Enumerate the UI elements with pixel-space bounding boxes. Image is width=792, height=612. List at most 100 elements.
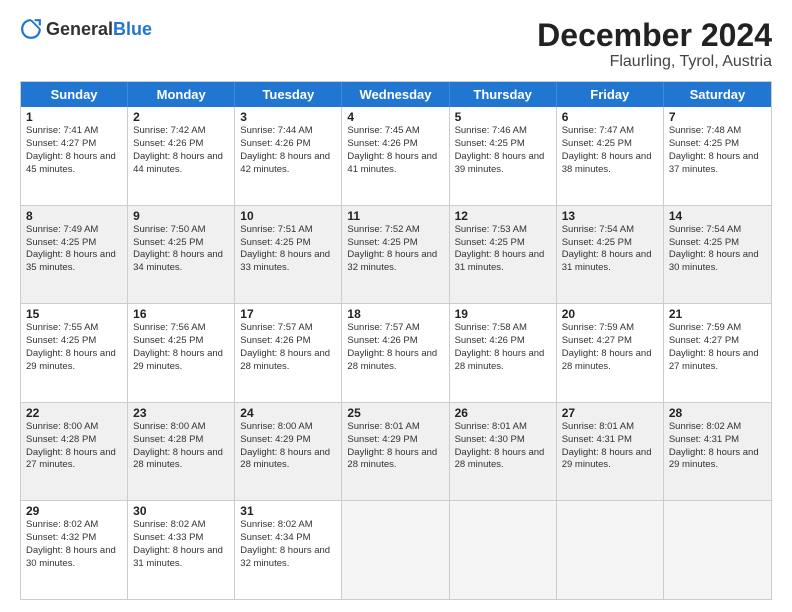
calendar-cell: 27 Sunrise: 8:01 AM Sunset: 4:31 PM Dayl… xyxy=(557,403,664,501)
sunrise-line: Sunrise: 7:56 AM xyxy=(133,322,229,335)
header-sunday: Sunday xyxy=(21,82,128,107)
daylight-line: Daylight: 8 hours and 30 minutes. xyxy=(26,545,122,571)
day-number: 30 xyxy=(133,504,229,518)
daylight-line: Daylight: 8 hours and 29 minutes. xyxy=(669,447,766,473)
day-number: 20 xyxy=(562,307,658,321)
calendar-row-5: 29 Sunrise: 8:02 AM Sunset: 4:32 PM Dayl… xyxy=(21,500,771,599)
sunset-line: Sunset: 4:25 PM xyxy=(455,237,551,250)
sunrise-line: Sunrise: 8:01 AM xyxy=(347,421,443,434)
logo-blue: Blue xyxy=(113,19,152,39)
daylight-line: Daylight: 8 hours and 39 minutes. xyxy=(455,151,551,177)
sunset-line: Sunset: 4:25 PM xyxy=(133,237,229,250)
daylight-line: Daylight: 8 hours and 31 minutes. xyxy=(562,249,658,275)
day-number: 21 xyxy=(669,307,766,321)
logo-general: General xyxy=(46,19,113,39)
sunrise-line: Sunrise: 7:45 AM xyxy=(347,125,443,138)
daylight-line: Daylight: 8 hours and 32 minutes. xyxy=(347,249,443,275)
sunset-line: Sunset: 4:25 PM xyxy=(562,138,658,151)
sunrise-line: Sunrise: 8:00 AM xyxy=(133,421,229,434)
sunrise-line: Sunrise: 7:57 AM xyxy=(240,322,336,335)
sunset-line: Sunset: 4:26 PM xyxy=(347,335,443,348)
sunrise-line: Sunrise: 8:02 AM xyxy=(26,519,122,532)
calendar-cell: 5 Sunrise: 7:46 AM Sunset: 4:25 PM Dayli… xyxy=(450,107,557,205)
header: GeneralBlue December 2024 Flaurling, Tyr… xyxy=(20,18,772,71)
day-number: 31 xyxy=(240,504,336,518)
day-number: 3 xyxy=(240,110,336,124)
sunset-line: Sunset: 4:28 PM xyxy=(133,434,229,447)
calendar-cell: 6 Sunrise: 7:47 AM Sunset: 4:25 PM Dayli… xyxy=(557,107,664,205)
sunrise-line: Sunrise: 8:01 AM xyxy=(562,421,658,434)
day-number: 7 xyxy=(669,110,766,124)
sunset-line: Sunset: 4:25 PM xyxy=(240,237,336,250)
sunrise-line: Sunrise: 7:47 AM xyxy=(562,125,658,138)
logo-text: GeneralBlue xyxy=(46,19,152,40)
calendar: Sunday Monday Tuesday Wednesday Thursday… xyxy=(20,81,772,600)
calendar-cell: 12 Sunrise: 7:53 AM Sunset: 4:25 PM Dayl… xyxy=(450,206,557,304)
sunset-line: Sunset: 4:30 PM xyxy=(455,434,551,447)
calendar-cell: 24 Sunrise: 8:00 AM Sunset: 4:29 PM Dayl… xyxy=(235,403,342,501)
sunrise-line: Sunrise: 7:59 AM xyxy=(562,322,658,335)
sunset-line: Sunset: 4:33 PM xyxy=(133,532,229,545)
sunset-line: Sunset: 4:27 PM xyxy=(669,335,766,348)
sunset-line: Sunset: 4:29 PM xyxy=(347,434,443,447)
daylight-line: Daylight: 8 hours and 28 minutes. xyxy=(455,447,551,473)
calendar-cell: 16 Sunrise: 7:56 AM Sunset: 4:25 PM Dayl… xyxy=(128,304,235,402)
sunrise-line: Sunrise: 7:57 AM xyxy=(347,322,443,335)
header-tuesday: Tuesday xyxy=(235,82,342,107)
calendar-cell: 4 Sunrise: 7:45 AM Sunset: 4:26 PM Dayli… xyxy=(342,107,449,205)
calendar-cell: 14 Sunrise: 7:54 AM Sunset: 4:25 PM Dayl… xyxy=(664,206,771,304)
sunset-line: Sunset: 4:25 PM xyxy=(562,237,658,250)
sunset-line: Sunset: 4:25 PM xyxy=(669,237,766,250)
location-title: Flaurling, Tyrol, Austria xyxy=(537,53,772,71)
sunrise-line: Sunrise: 8:00 AM xyxy=(26,421,122,434)
sunrise-line: Sunrise: 7:51 AM xyxy=(240,224,336,237)
logo: GeneralBlue xyxy=(20,18,152,40)
calendar-cell: 10 Sunrise: 7:51 AM Sunset: 4:25 PM Dayl… xyxy=(235,206,342,304)
sunset-line: Sunset: 4:25 PM xyxy=(455,138,551,151)
sunset-line: Sunset: 4:26 PM xyxy=(133,138,229,151)
sunrise-line: Sunrise: 7:52 AM xyxy=(347,224,443,237)
sunset-line: Sunset: 4:28 PM xyxy=(26,434,122,447)
calendar-cell: 25 Sunrise: 8:01 AM Sunset: 4:29 PM Dayl… xyxy=(342,403,449,501)
calendar-cell: 22 Sunrise: 8:00 AM Sunset: 4:28 PM Dayl… xyxy=(21,403,128,501)
day-number: 25 xyxy=(347,406,443,420)
calendar-cell: 19 Sunrise: 7:58 AM Sunset: 4:26 PM Dayl… xyxy=(450,304,557,402)
daylight-line: Daylight: 8 hours and 31 minutes. xyxy=(133,545,229,571)
sunrise-line: Sunrise: 7:54 AM xyxy=(562,224,658,237)
daylight-line: Daylight: 8 hours and 34 minutes. xyxy=(133,249,229,275)
calendar-cell xyxy=(557,501,664,599)
sunset-line: Sunset: 4:25 PM xyxy=(133,335,229,348)
page: GeneralBlue December 2024 Flaurling, Tyr… xyxy=(0,0,792,612)
calendar-body: 1 Sunrise: 7:41 AM Sunset: 4:27 PM Dayli… xyxy=(21,107,771,599)
day-number: 8 xyxy=(26,209,122,223)
day-number: 22 xyxy=(26,406,122,420)
daylight-line: Daylight: 8 hours and 28 minutes. xyxy=(347,348,443,374)
day-number: 12 xyxy=(455,209,551,223)
calendar-cell: 13 Sunrise: 7:54 AM Sunset: 4:25 PM Dayl… xyxy=(557,206,664,304)
calendar-cell: 18 Sunrise: 7:57 AM Sunset: 4:26 PM Dayl… xyxy=(342,304,449,402)
header-friday: Friday xyxy=(557,82,664,107)
day-number: 6 xyxy=(562,110,658,124)
daylight-line: Daylight: 8 hours and 29 minutes. xyxy=(133,348,229,374)
sunrise-line: Sunrise: 7:53 AM xyxy=(455,224,551,237)
calendar-cell: 30 Sunrise: 8:02 AM Sunset: 4:33 PM Dayl… xyxy=(128,501,235,599)
daylight-line: Daylight: 8 hours and 28 minutes. xyxy=(240,348,336,374)
calendar-cell xyxy=(342,501,449,599)
day-number: 4 xyxy=(347,110,443,124)
header-thursday: Thursday xyxy=(450,82,557,107)
day-number: 19 xyxy=(455,307,551,321)
day-number: 5 xyxy=(455,110,551,124)
day-number: 10 xyxy=(240,209,336,223)
logo-icon xyxy=(20,18,42,40)
sunrise-line: Sunrise: 7:46 AM xyxy=(455,125,551,138)
day-number: 9 xyxy=(133,209,229,223)
sunset-line: Sunset: 4:25 PM xyxy=(26,335,122,348)
calendar-cell: 29 Sunrise: 8:02 AM Sunset: 4:32 PM Dayl… xyxy=(21,501,128,599)
daylight-line: Daylight: 8 hours and 35 minutes. xyxy=(26,249,122,275)
daylight-line: Daylight: 8 hours and 44 minutes. xyxy=(133,151,229,177)
daylight-line: Daylight: 8 hours and 28 minutes. xyxy=(133,447,229,473)
day-number: 26 xyxy=(455,406,551,420)
daylight-line: Daylight: 8 hours and 27 minutes. xyxy=(669,348,766,374)
sunset-line: Sunset: 4:25 PM xyxy=(26,237,122,250)
sunrise-line: Sunrise: 8:01 AM xyxy=(455,421,551,434)
